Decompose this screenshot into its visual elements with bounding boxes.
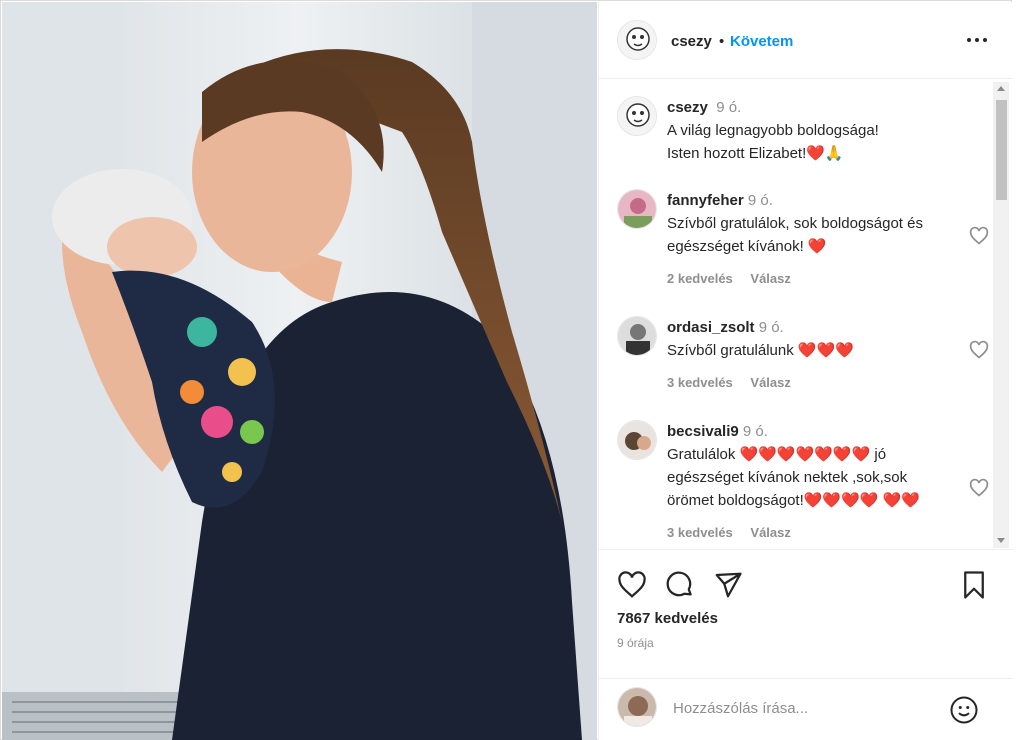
caption-avatar[interactable] [617,96,657,136]
reply-button[interactable]: Válasz [750,271,790,286]
add-comment-bar: Hozzászólás írása... [599,678,1013,740]
author-avatar[interactable] [617,20,657,60]
comments-list[interactable]: csezy 9 ó. A világ legnagyobb boldogsága… [599,80,1013,548]
comment-likes[interactable]: 2 kedvelés [667,271,733,286]
comment-time: 9 ó. [747,192,773,209]
commenter-avatar[interactable] [617,189,657,229]
separator-dot: • [719,33,725,50]
caption-emojis: ❤️🙏 [806,145,844,162]
comment-text: Szívből gratulálunk ❤️❤️❤️ [667,342,854,359]
post-actions: 7867 kedvelés 9 órája [599,549,1013,679]
comment-body: ordasi_zsolt 9 ó. Szívből gratulálunk ❤️… [667,316,957,394]
photo-image [2,2,597,740]
likes-count[interactable]: 7867 kedvelés [617,610,718,627]
caption-body: csezy 9 ó. A világ legnagyobb boldogsága… [667,96,957,165]
scroll-up-icon[interactable] [997,86,1005,91]
like-comment-icon[interactable] [969,478,989,498]
reply-button[interactable]: Válasz [750,525,790,540]
comment-meta: 3 kedvelés Válasz [667,521,957,544]
post-header: csezy • Követem [599,2,1013,79]
comment-item: ordasi_zsolt 9 ó. Szívből gratulálunk ❤️… [617,316,989,406]
more-options-icon[interactable] [965,31,989,49]
comment-likes[interactable]: 3 kedvelés [667,375,733,390]
comment-body: fannyfeher 9 ó. Szívből gratulálok, sok … [667,189,957,290]
commenter-avatar[interactable] [617,316,657,356]
scroll-thumb[interactable] [996,100,1007,200]
save-icon[interactable] [959,570,989,600]
comment-time: 9 ó. [742,423,768,440]
like-comment-icon[interactable] [969,226,989,246]
comment-text: Szívből gratulálok, sok boldogságot és e… [667,215,923,255]
like-comment-icon[interactable] [969,340,989,360]
avatar-image [618,21,656,59]
reply-button[interactable]: Válasz [750,375,790,390]
caption-time: 9 ó. [716,99,742,116]
post-time: 9 órája [617,636,654,650]
comments-scrollbar[interactable] [993,82,1009,548]
comment-time: 9 ó. [758,319,784,336]
comment-username[interactable]: becsivali9 [667,423,739,440]
comment-username[interactable]: ordasi_zsolt [667,319,755,336]
emoji-icon[interactable] [949,695,979,725]
comment-icon[interactable] [665,570,695,600]
author-username[interactable]: csezy [671,33,712,50]
post-photo[interactable] [2,2,597,740]
comment-item: becsivali9 9 ó. Gratulálok ❤️❤️❤️❤️❤️❤️❤… [617,420,989,548]
follow-button[interactable]: Követem [730,33,793,50]
comment-item: fannyfeher 9 ó. Szívből gratulálok, sok … [617,189,989,299]
post-frame: csezy • Követem csezy 9 ó. A világ legna… [0,0,1013,740]
share-icon[interactable] [713,570,743,600]
comment-username[interactable]: fannyfeher [667,192,744,209]
comment-input[interactable]: Hozzászólás írása... [673,700,808,717]
post-sidebar: csezy • Követem csezy 9 ó. A világ legna… [598,2,1013,740]
current-user-avatar [617,687,657,727]
comment-meta: 3 kedvelés Válasz [667,371,957,394]
caption-line1: A világ legnagyobb boldogsága! [667,122,879,139]
caption-username[interactable]: csezy [667,99,708,116]
commenter-avatar[interactable] [617,420,657,460]
caption-line2: Isten hozott Elizabet! [667,145,807,162]
comment-likes[interactable]: 3 kedvelés [667,525,733,540]
comment-body: becsivali9 9 ó. Gratulálok ❤️❤️❤️❤️❤️❤️❤… [667,420,957,544]
comment-meta: 2 kedvelés Válasz [667,267,957,290]
like-icon[interactable] [617,570,647,600]
scroll-down-icon[interactable] [997,538,1005,543]
comment-text: Gratulálok ❤️❤️❤️❤️❤️❤️❤️ jó egészséget … [667,446,920,509]
